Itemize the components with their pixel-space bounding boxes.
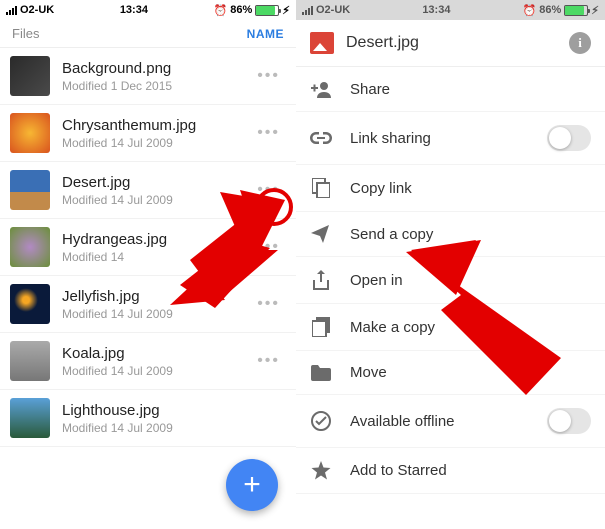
battery-pct: 86%: [539, 4, 561, 16]
file-modified: Modified 14 Jul 2009: [62, 364, 251, 378]
file-thumbnail: [10, 170, 50, 210]
file-modified: Modified 14 Jul 2009: [62, 421, 286, 435]
file-list[interactable]: Background.png Modified 1 Dec 2015 ••• C…: [0, 48, 296, 447]
status-bar: O2-UK 13:34 ⏰ 86% ⚡︎: [296, 0, 605, 20]
more-actions-button[interactable]: •••: [251, 118, 286, 148]
battery-icon: [255, 5, 279, 16]
send-icon: [310, 225, 332, 243]
file-thumbnail: [10, 341, 50, 381]
menu-share[interactable]: Share: [296, 67, 605, 112]
copy-icon: [310, 178, 332, 198]
folder-icon: [310, 365, 332, 381]
share-person-icon: [310, 80, 332, 98]
list-item[interactable]: Hydrangeas.jpg Modified 14 •••: [0, 219, 296, 276]
file-modified: Modified 14 Jul 2009: [62, 307, 251, 321]
list-item[interactable]: Chrysanthemum.jpg Modified 14 Jul 2009 •…: [0, 105, 296, 162]
more-actions-button[interactable]: •••: [251, 232, 286, 262]
menu-label: Move: [350, 364, 387, 381]
file-name: Lighthouse.jpg: [62, 402, 286, 419]
signal-icon: [6, 6, 17, 15]
star-icon: [310, 461, 332, 480]
add-fab-button[interactable]: +: [226, 459, 278, 511]
list-item[interactable]: Desert.jpg Modified 14 Jul 2009 •••: [0, 162, 296, 219]
open-in-icon: [310, 270, 332, 290]
file-modified: Modified 14 Jul 2009: [62, 193, 251, 207]
more-actions-button[interactable]: •••: [251, 61, 286, 91]
menu-send-copy[interactable]: Send a copy: [296, 212, 605, 257]
list-item[interactable]: Jellyfish.jpg Modified 14 Jul 2009 •••: [0, 276, 296, 333]
sort-by-name[interactable]: NAME: [247, 27, 284, 41]
list-item[interactable]: Lighthouse.jpg Modified 14 Jul 2009: [0, 390, 296, 447]
file-name: Background.png: [62, 60, 251, 77]
files-label: Files: [12, 26, 39, 41]
link-icon: [310, 132, 332, 144]
clock: 13:34: [120, 4, 148, 16]
menu-label: Make a copy: [350, 319, 435, 336]
menu-label: Copy link: [350, 180, 412, 197]
sheet-title: Desert.jpg: [346, 34, 557, 52]
link-sharing-toggle[interactable]: [547, 125, 591, 151]
menu-label: Add to Starred: [350, 462, 447, 479]
menu-copy-link[interactable]: Copy link: [296, 165, 605, 212]
menu-add-starred[interactable]: Add to Starred: [296, 448, 605, 494]
list-item[interactable]: Koala.jpg Modified 14 Jul 2009 •••: [0, 333, 296, 390]
list-item[interactable]: Background.png Modified 1 Dec 2015 •••: [0, 48, 296, 105]
more-actions-button[interactable]: •••: [251, 346, 286, 376]
clock: 13:34: [422, 4, 450, 16]
menu-label: Available offline: [350, 413, 455, 430]
file-modified: Modified 1 Dec 2015: [62, 79, 251, 93]
carrier-label: O2-UK: [316, 4, 350, 16]
sheet-header: Desert.jpg i: [296, 20, 605, 67]
menu-label: Open in: [350, 272, 403, 289]
file-thumbnail: [10, 113, 50, 153]
file-thumbnail: [10, 398, 50, 438]
charging-icon: ⚡︎: [282, 4, 290, 17]
file-name: Chrysanthemum.jpg: [62, 117, 251, 134]
list-header: Files NAME: [0, 20, 296, 48]
battery-pct: 86%: [230, 4, 252, 16]
file-thumbnail: [10, 227, 50, 267]
file-modified: Modified 14 Jul 2009: [62, 136, 251, 150]
file-name: Hydrangeas.jpg: [62, 231, 251, 248]
file-name: Desert.jpg: [62, 174, 251, 191]
file-thumbnail: [10, 284, 50, 324]
info-button[interactable]: i: [569, 32, 591, 54]
charging-icon: ⚡︎: [591, 4, 599, 17]
file-modified: Modified 14: [62, 250, 251, 264]
menu-open-in[interactable]: Open in: [296, 257, 605, 304]
make-copy-icon: [310, 317, 332, 337]
more-actions-button[interactable]: •••: [251, 175, 286, 205]
signal-icon: [302, 6, 313, 15]
menu-label: Link sharing: [350, 130, 431, 147]
status-bar: O2-UK 13:34 ⏰ 86% ⚡︎: [0, 0, 296, 20]
offline-check-icon: [310, 411, 332, 431]
offline-toggle[interactable]: [547, 408, 591, 434]
file-thumbnail: [10, 56, 50, 96]
alarm-icon: ⏰: [523, 4, 537, 17]
file-name: Koala.jpg: [62, 345, 251, 362]
battery-icon: [564, 5, 588, 16]
image-file-icon: [310, 32, 334, 54]
alarm-icon: ⏰: [214, 4, 228, 17]
menu-label: Share: [350, 81, 390, 98]
more-actions-button[interactable]: •••: [251, 289, 286, 319]
menu-move[interactable]: Move: [296, 351, 605, 395]
menu-link-sharing[interactable]: Link sharing: [296, 112, 605, 165]
menu-available-offline[interactable]: Available offline: [296, 395, 605, 448]
file-name: Jellyfish.jpg: [62, 288, 251, 305]
menu-label: Send a copy: [350, 226, 433, 243]
menu-make-copy[interactable]: Make a copy: [296, 304, 605, 351]
carrier-label: O2-UK: [20, 4, 54, 16]
